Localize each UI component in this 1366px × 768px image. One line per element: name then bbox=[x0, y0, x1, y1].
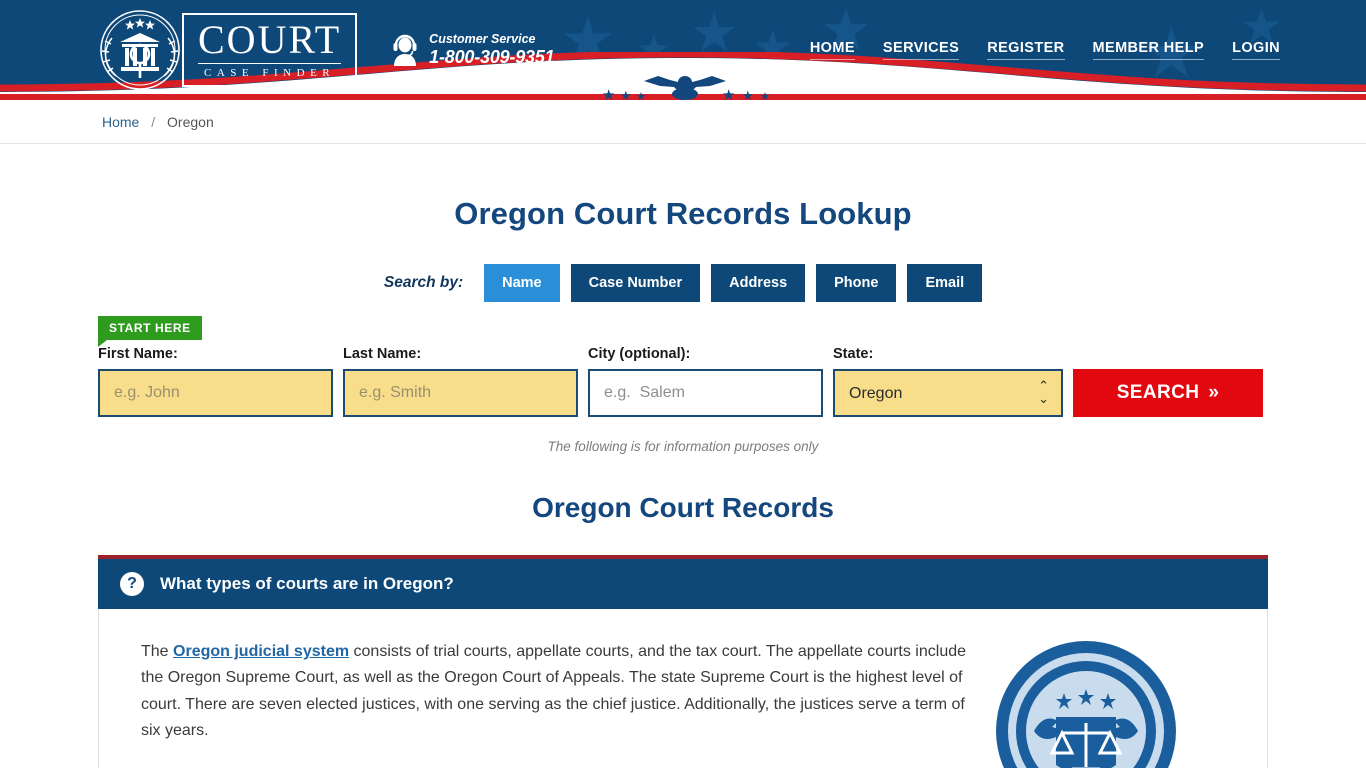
section-heading: Oregon Court Records bbox=[532, 492, 834, 523]
search-by-tabs: Search by: Name Case Number Address Phon… bbox=[0, 264, 1366, 302]
breadcrumb-home[interactable]: Home bbox=[102, 114, 139, 130]
eagle-banner-icon: ★ ★ ★ ★ ★ ★ bbox=[602, 76, 770, 100]
state-label: State: bbox=[833, 346, 874, 362]
site-logo[interactable]: COURT CASE FINDER bbox=[92, 8, 358, 92]
city-field-group: City (optional): bbox=[588, 346, 823, 417]
question-mark-circle-icon: ? bbox=[120, 572, 144, 596]
svg-text:★: ★ bbox=[742, 89, 754, 100]
nav-item-login[interactable]: LOGIN bbox=[1232, 40, 1280, 60]
svg-text:★: ★ bbox=[722, 86, 735, 100]
oregon-state-seal-icon: OREGON bbox=[996, 586, 1176, 768]
main-content: Oregon Court Records Lookup Search by: N… bbox=[0, 196, 1366, 768]
search-form: START HERE First Name: Last Name: City (… bbox=[98, 316, 1268, 417]
tab-address[interactable]: Address bbox=[711, 264, 806, 302]
logo-wordmark: COURT CASE FINDER bbox=[182, 13, 358, 87]
logo-main-text: COURT bbox=[198, 17, 342, 62]
faq-answer: The Oregon judicial system consists of t… bbox=[141, 639, 976, 768]
svg-text:★: ★ bbox=[620, 89, 632, 100]
tab-phone[interactable]: Phone bbox=[816, 264, 897, 302]
breadcrumb-separator: / bbox=[151, 113, 156, 130]
site-header: ★ ★ ★ ★ ★ ★ ★ ★ ★ ★ ★ ★ ★ COURT CASE FIN… bbox=[0, 0, 1366, 100]
state-field-group: State: Oregon ⌃ ⌄ bbox=[833, 346, 1063, 417]
first-name-field-group: First Name: bbox=[98, 346, 333, 417]
customer-service-phone[interactable]: 1-800-309-9351 bbox=[429, 47, 555, 68]
courthouse-magnifier-wreath-icon bbox=[100, 10, 180, 90]
search-button-label: SEARCH bbox=[1116, 382, 1200, 403]
search-by-label: Search by: bbox=[383, 274, 464, 291]
page-title: Oregon Court Records Lookup bbox=[454, 196, 912, 231]
faq-panel-header[interactable]: ? What types of courts are in Oregon? bbox=[98, 555, 1268, 609]
breadcrumb-current: Oregon bbox=[167, 113, 214, 130]
faq-panel-body: The Oregon judicial system consists of t… bbox=[98, 586, 1268, 768]
state-select[interactable]: Oregon bbox=[833, 369, 1063, 417]
oregon-seal-wrapper: OREGON bbox=[994, 586, 1179, 768]
last-name-label: Last Name: bbox=[343, 346, 422, 362]
last-name-input[interactable] bbox=[343, 369, 578, 417]
oregon-judicial-system-link[interactable]: Oregon judicial system bbox=[173, 643, 349, 660]
city-input[interactable] bbox=[588, 369, 823, 417]
svg-text:★: ★ bbox=[760, 90, 770, 100]
customer-service-block: Customer Service 1-800-309-9351 bbox=[391, 31, 555, 68]
svg-text:★: ★ bbox=[636, 90, 646, 100]
tab-name[interactable]: Name bbox=[484, 264, 560, 302]
nav-item-home[interactable]: HOME bbox=[809, 40, 855, 60]
search-button[interactable]: SEARCH » bbox=[1073, 369, 1263, 417]
main-navigation: HOME SERVICES REGISTER MEMBER HELP LOGIN bbox=[809, 40, 1280, 60]
city-label: City (optional): bbox=[588, 346, 691, 362]
first-name-label: First Name: bbox=[98, 346, 178, 362]
double-chevron-right-icon: » bbox=[1208, 382, 1220, 403]
disclaimer-text: The following is for information purpose… bbox=[547, 439, 819, 454]
breadcrumb-bar: Home / Oregon bbox=[0, 100, 1366, 144]
first-name-input[interactable] bbox=[98, 369, 333, 417]
breadcrumb: Home / Oregon bbox=[102, 114, 214, 130]
nav-item-member-help[interactable]: MEMBER HELP bbox=[1092, 40, 1205, 60]
tab-case-number[interactable]: Case Number bbox=[570, 264, 701, 302]
tab-email[interactable]: Email bbox=[907, 264, 983, 302]
logo-divider bbox=[198, 63, 342, 64]
faq-panel: ? What types of courts are in Oregon? Th… bbox=[98, 555, 1268, 768]
faq-question: What types of courts are in Oregon? bbox=[160, 574, 454, 593]
headset-support-icon bbox=[393, 34, 417, 66]
faq-answer-prefix: The bbox=[141, 643, 174, 660]
nav-item-register[interactable]: REGISTER bbox=[987, 40, 1065, 60]
logo-sub-text: CASE FINDER bbox=[204, 67, 336, 79]
nav-item-services[interactable]: SERVICES bbox=[882, 40, 960, 60]
customer-service-label: Customer Service bbox=[429, 31, 536, 46]
last-name-field-group: Last Name: bbox=[343, 346, 578, 417]
start-here-badge: START HERE bbox=[98, 316, 202, 347]
svg-text:★: ★ bbox=[602, 86, 615, 100]
